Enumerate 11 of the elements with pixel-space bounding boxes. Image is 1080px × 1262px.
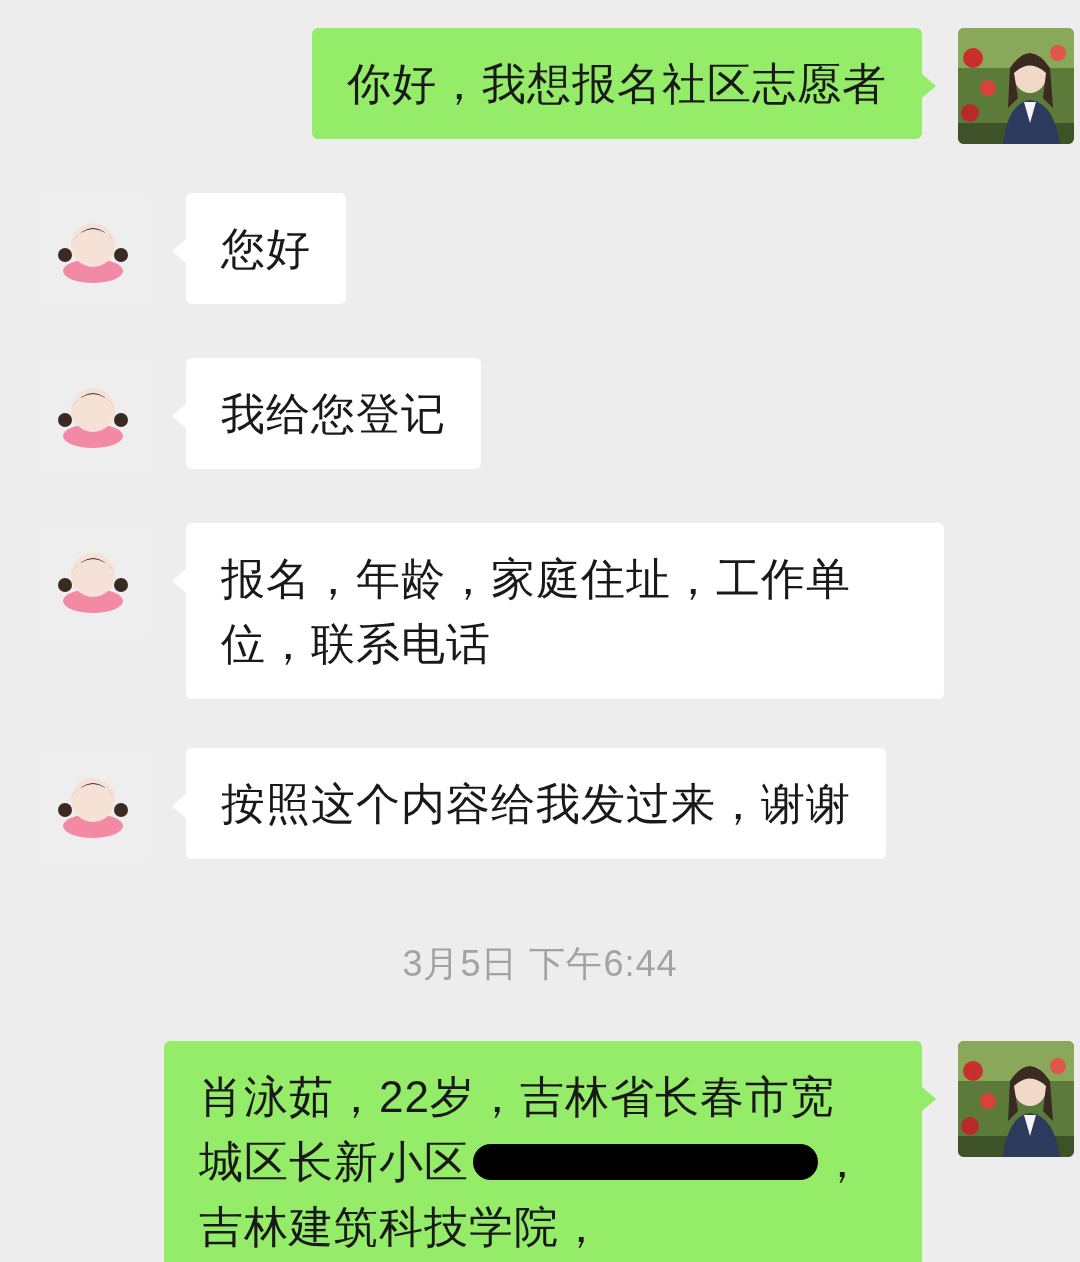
message-text: 吉林建筑科技学院，: [199, 1201, 604, 1253]
message-text: 按照这个内容给我发过来，谢谢: [221, 778, 851, 830]
message-text: 您好: [221, 223, 311, 275]
message-text: 我给您登记: [221, 388, 446, 440]
message-text: ，: [820, 1136, 865, 1188]
message-text: 城区长新小区: [199, 1136, 469, 1188]
message-text: 报名，年龄，家庭住址，工作单: [221, 553, 851, 605]
message-text: 你好，我想报名社区志愿者: [347, 58, 887, 110]
message-text: 肖泳茹，22岁，吉林省长春市宽: [199, 1071, 835, 1123]
timestamp: 3月5日 下午6:44: [402, 942, 678, 986]
message-text: 位，联系电话: [221, 618, 491, 670]
